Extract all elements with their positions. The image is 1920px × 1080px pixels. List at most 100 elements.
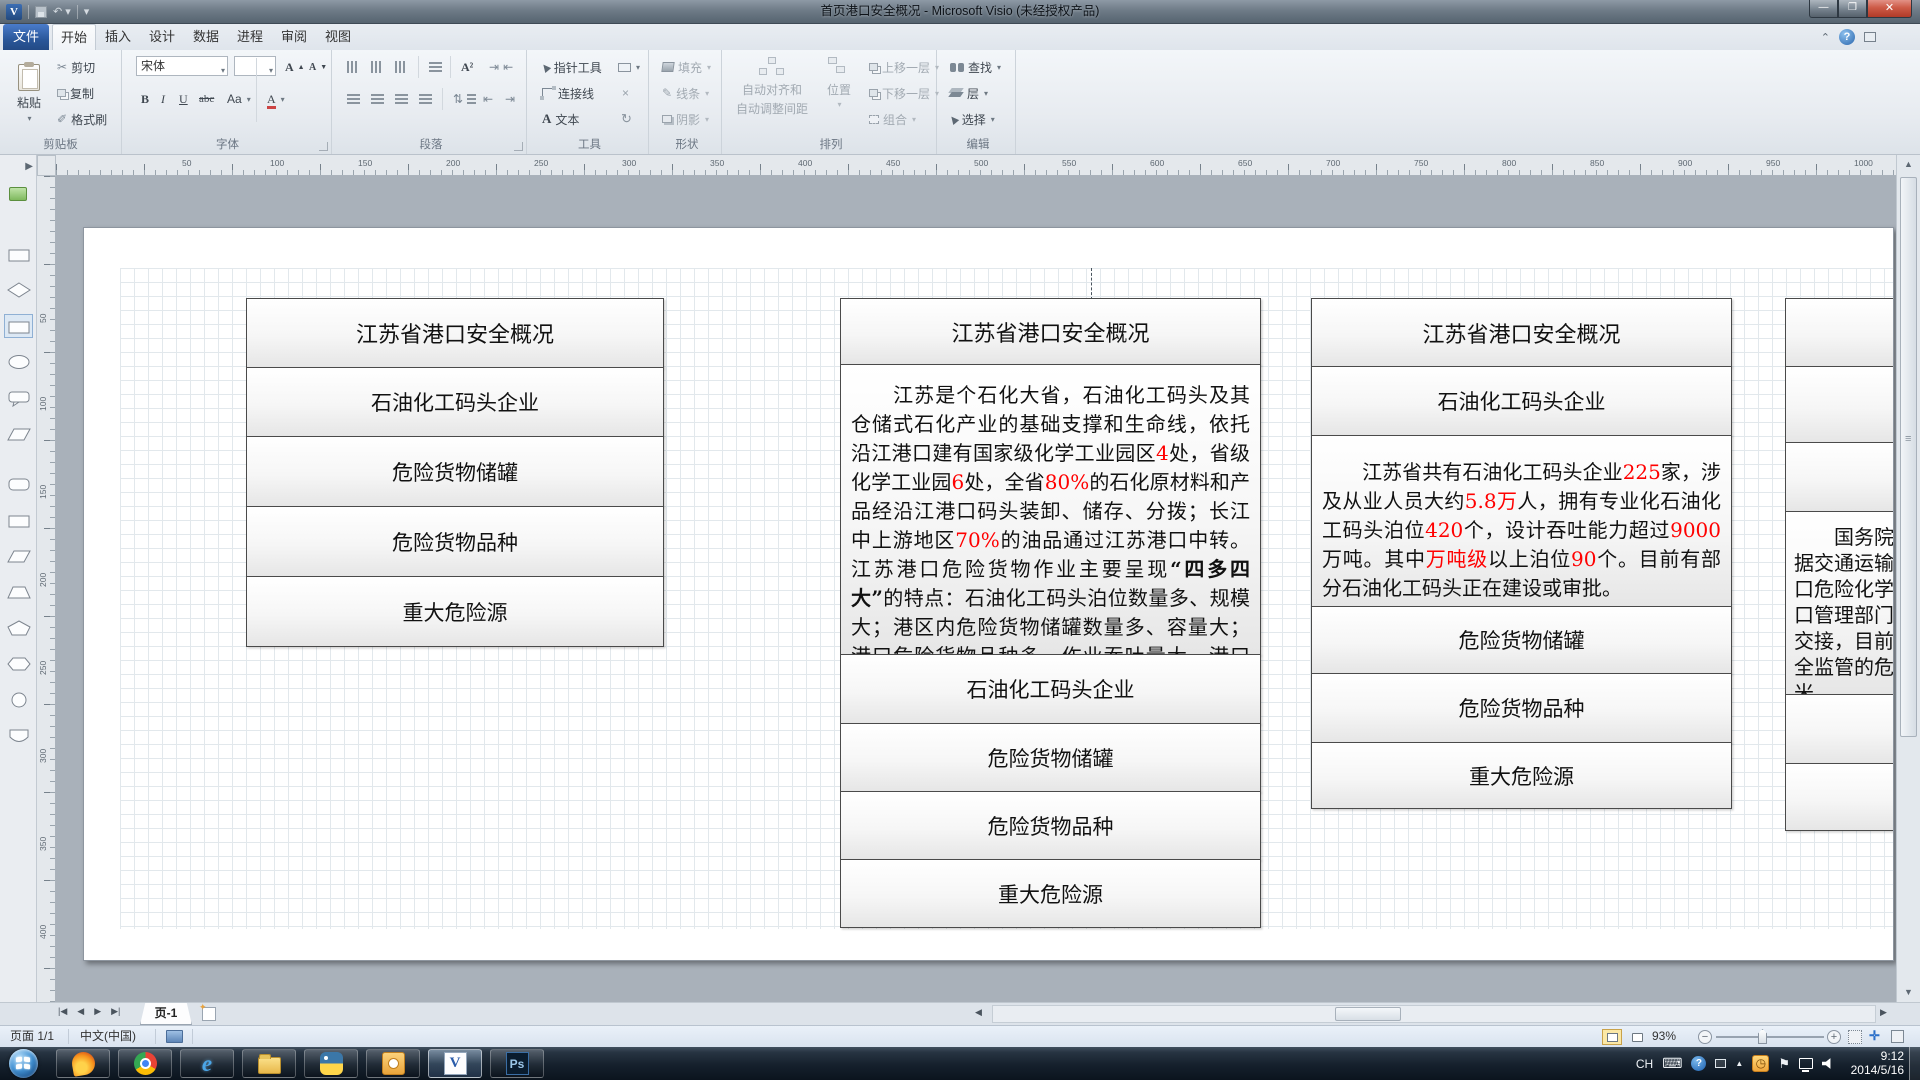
zoom-in-icon[interactable]: +	[1827, 1030, 1841, 1044]
shape-box[interactable]: 石油化工码头企业	[246, 367, 664, 437]
stencil-shape-parallelogram[interactable]	[5, 423, 32, 445]
hscroll-right-icon[interactable]: ▶	[1880, 1007, 1887, 1018]
stencil-shape-diamond[interactable]	[5, 279, 32, 301]
volume-icon[interactable]	[1822, 1058, 1835, 1070]
select-button[interactable]: ▶选择▾	[947, 108, 998, 130]
vertical-scroll-thumb[interactable]	[1900, 177, 1917, 737]
cut-button[interactable]: ✂剪切	[54, 56, 98, 78]
shrink-font-button[interactable]: A▼	[306, 56, 330, 78]
show-desktop-button[interactable]	[1909, 1047, 1920, 1080]
shape-box[interactable]: 危险货物品种	[246, 506, 664, 577]
underline-button[interactable]: U	[176, 88, 191, 110]
tray-help-icon[interactable]: ?	[1691, 1056, 1706, 1071]
macro-status-icon[interactable]	[166, 1030, 183, 1043]
shape-box[interactable]	[1785, 442, 1894, 512]
page-tab[interactable]: 页-1	[140, 1003, 192, 1025]
taskbar-app-photoshop[interactable]: Ps	[490, 1049, 544, 1078]
first-page-icon[interactable]: |◀	[58, 1006, 67, 1017]
tray-window-icon[interactable]	[1715, 1059, 1726, 1068]
copy-button[interactable]: 复制	[54, 82, 97, 104]
text-box[interactable]: 江苏省共有石油化工码头企业225家，涉及从业人员大约5.8万人，拥有专业化石油化…	[1311, 435, 1732, 607]
send-backward-button[interactable]: 下移一层▾	[866, 82, 942, 104]
tab-插入[interactable]: 插入	[96, 24, 140, 50]
font-name-select[interactable]: 宋体▾	[136, 56, 228, 76]
last-page-icon[interactable]: ▶|	[111, 1006, 120, 1017]
shape-box[interactable]	[1785, 298, 1894, 367]
rectangle-tool-button[interactable]: ▾	[615, 56, 643, 78]
justify-button[interactable]	[416, 88, 435, 110]
keyboard-icon[interactable]: ⌨	[1662, 1055, 1682, 1072]
stencil-shape-trapezoid[interactable]	[5, 581, 32, 603]
shape-box[interactable]: 重大危险源	[246, 576, 664, 647]
bold-button[interactable]: B	[138, 88, 152, 110]
font-size-select[interactable]: ▾	[234, 56, 276, 76]
stencil-shape-callout[interactable]	[5, 387, 32, 409]
line-spacing-button[interactable]: ⇅	[450, 88, 479, 110]
tab-审阅[interactable]: 审阅	[272, 24, 316, 50]
paste-button[interactable]: 粘贴▾	[8, 55, 50, 131]
presentation-view-button[interactable]	[1627, 1029, 1647, 1045]
horizontal-scrollbar[interactable]	[992, 1005, 1876, 1023]
taskbar-app-internet-explorer[interactable]: e	[180, 1049, 234, 1078]
minimize-button[interactable]: —	[1809, 0, 1838, 18]
scroll-up-icon[interactable]: ▲	[1900, 156, 1917, 173]
stencil-shape-ellipse[interactable]	[5, 351, 32, 373]
scroll-down-icon[interactable]: ▼	[1900, 984, 1917, 1001]
pointer-tool-button[interactable]: ▶指针工具	[539, 56, 605, 78]
position-button[interactable]: 位置 ▾	[818, 54, 860, 134]
text-tool-button[interactable]: A文本	[539, 108, 582, 130]
stencil-header-icon[interactable]	[9, 187, 27, 201]
stencil-shape-parallelogram[interactable]	[5, 545, 32, 567]
line-button[interactable]: ✎线条▾	[659, 82, 712, 104]
taskbar-app-visio[interactable]: V	[428, 1049, 482, 1078]
tab-进程[interactable]: 进程	[228, 24, 272, 50]
shape-box[interactable]: 石油化工码头企业	[840, 654, 1261, 724]
next-page-icon[interactable]: ▶	[94, 1006, 101, 1017]
find-button[interactable]: 查找▾	[947, 56, 1004, 78]
taskbar-app-python[interactable]	[304, 1049, 358, 1078]
shape-box[interactable]: 江苏省港口安全概况	[1311, 298, 1732, 367]
zoom-out-icon[interactable]: −	[1698, 1030, 1712, 1044]
tab-设计[interactable]: 设计	[140, 24, 184, 50]
shape-box[interactable]: 危险货物储罐	[246, 436, 664, 507]
align-top-button[interactable]	[344, 56, 362, 78]
close-button[interactable]: ✕	[1867, 0, 1912, 18]
italic-button[interactable]: I	[158, 88, 168, 110]
minimize-ribbon-icon[interactable]: ⌃	[1821, 31, 1830, 44]
format-painter-button[interactable]: ✐格式刷	[54, 108, 110, 130]
shape-box[interactable]	[1785, 694, 1894, 764]
align-left-button[interactable]	[344, 88, 363, 110]
shape-box[interactable]: 危险货物储罐	[840, 723, 1261, 792]
align-right-button[interactable]	[392, 88, 411, 110]
align-middle-button[interactable]	[368, 56, 386, 78]
stencil-shape-rect[interactable]	[5, 509, 32, 531]
shape-box[interactable]: 重大危险源	[840, 859, 1261, 928]
pan-zoom-icon[interactable]: ✛	[1869, 1028, 1880, 1044]
shape-box[interactable]: 江苏省港口安全概况	[840, 298, 1261, 365]
font-color-button[interactable]: A▾	[264, 88, 288, 110]
taskbar-app-flame-browser[interactable]	[56, 1049, 110, 1078]
stencil-shape-shield[interactable]	[5, 725, 32, 747]
drawing-page[interactable]: 江苏省港口安全概况石油化工码头企业危险货物储罐危险货物品种重大危险源江苏省港口安…	[83, 227, 1894, 961]
drawing-canvas[interactable]: 江苏省港口安全概况石油化工码头企业危险货物储罐危险货物品种重大危险源江苏省港口安…	[56, 176, 1896, 1002]
stencil-shape-rect[interactable]	[5, 243, 32, 265]
bullets-button[interactable]	[426, 56, 445, 78]
stencil-shape-hexagon[interactable]	[5, 653, 32, 675]
increase-indent-button[interactable]: ⇥	[502, 88, 518, 110]
start-button[interactable]	[9, 1049, 38, 1078]
fit-page-icon[interactable]	[1848, 1030, 1862, 1044]
fill-button[interactable]: 填充▾	[659, 56, 714, 78]
taskbar-app-outlook[interactable]	[366, 1049, 420, 1078]
clock-app-icon[interactable]: ◷	[1752, 1055, 1769, 1072]
strikethrough-button[interactable]: abc	[196, 88, 217, 110]
layers-button[interactable]: 层▾	[947, 82, 991, 104]
page-indicator[interactable]: 页面 1/1	[10, 1026, 54, 1047]
tab-file[interactable]: 文件	[3, 24, 49, 50]
rotate-tool-button[interactable]: ↻	[618, 108, 635, 130]
stencil-shape-rect[interactable]	[5, 315, 32, 337]
text-direction-button[interactable]: ⇥⇤	[486, 56, 516, 78]
expand-stencil-icon[interactable]: ▶	[25, 161, 33, 172]
horizontal-scroll-thumb[interactable]	[1335, 1007, 1401, 1021]
stencil-shape-roundrect[interactable]	[5, 473, 32, 495]
hscroll-left-icon[interactable]: ◀	[975, 1007, 982, 1018]
